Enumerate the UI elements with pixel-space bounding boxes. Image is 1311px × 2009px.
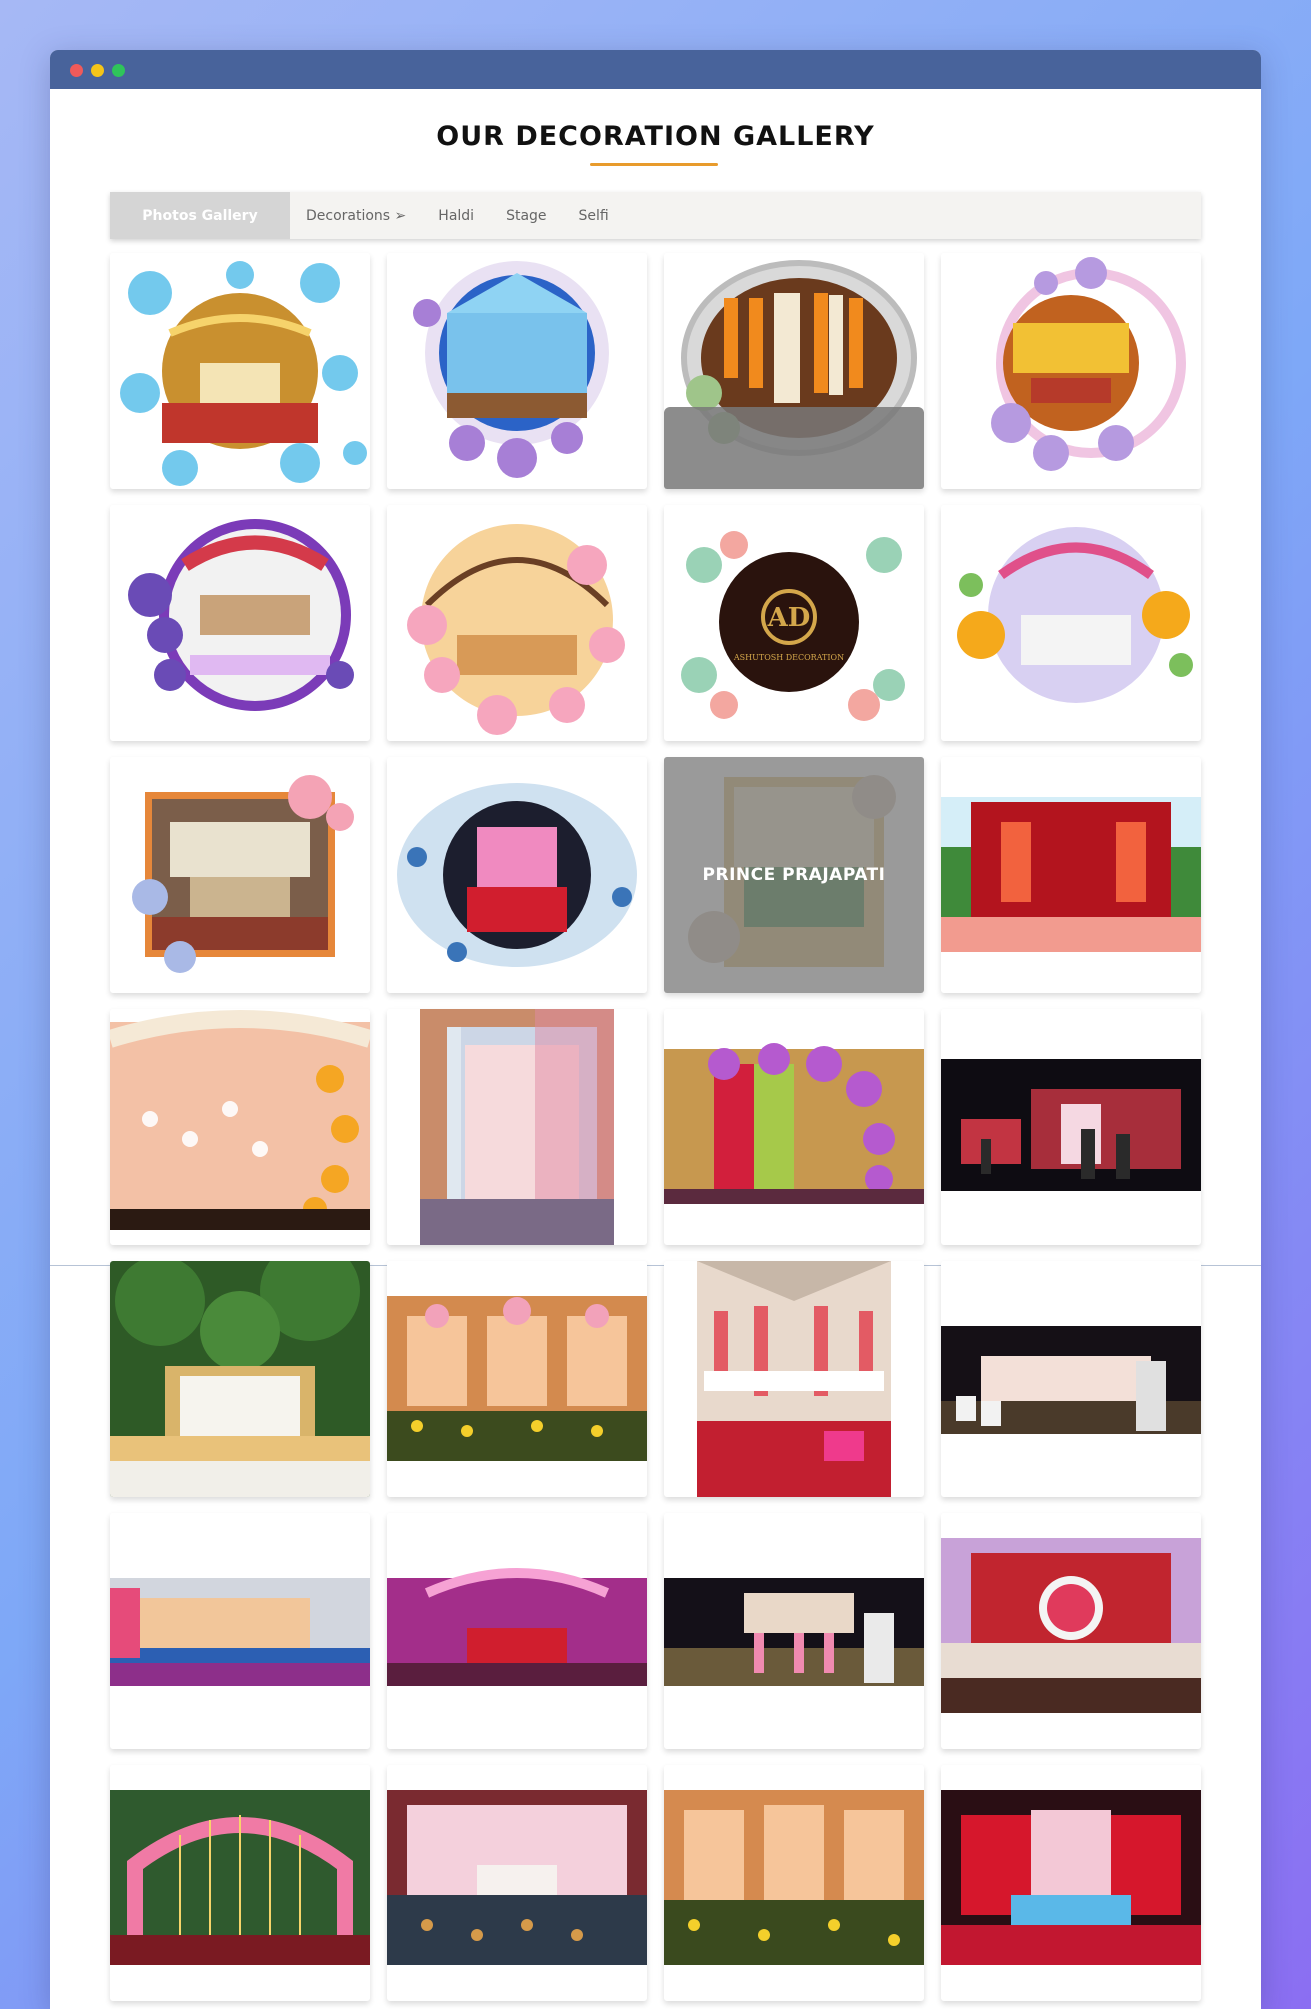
gallery-item[interactable]: [941, 1261, 1201, 1497]
gallery-item[interactable]: [941, 1765, 1201, 2001]
gallery-item[interactable]: AD ASHUTOSH DECORATION: [664, 505, 924, 741]
gallery-item[interactable]: [941, 505, 1201, 741]
gallery-heading: OUR DECORATION GALLERY: [436, 121, 875, 152]
maximize-window-dot[interactable]: [112, 64, 125, 77]
gallery-item[interactable]: [941, 253, 1201, 489]
minimize-window-dot[interactable]: [91, 64, 104, 77]
hover-overlay: [664, 407, 924, 489]
gallery-item[interactable]: [110, 1765, 370, 2001]
window-titlebar: [50, 50, 1261, 89]
gallery-item[interactable]: PRINCE PRAJAPATI: [664, 757, 924, 993]
logo-monogram: AD: [767, 603, 811, 633]
close-window-dot[interactable]: [70, 64, 83, 77]
gallery-item[interactable]: [941, 757, 1201, 993]
gallery-item[interactable]: [110, 1513, 370, 1749]
filter-photos-gallery[interactable]: Photos Gallery: [110, 192, 290, 239]
hover-caption: PRINCE PRAJAPATI: [664, 757, 924, 993]
filter-stage[interactable]: Stage: [490, 192, 562, 239]
gallery-item[interactable]: [664, 1009, 924, 1245]
gallery-item[interactable]: [941, 1513, 1201, 1749]
gallery-item[interactable]: [664, 253, 924, 489]
gallery-item[interactable]: [387, 1261, 647, 1497]
logo-subtext: ASHUTOSH DECORATION: [733, 653, 844, 662]
gallery-item[interactable]: [387, 757, 647, 993]
gallery-item[interactable]: [387, 1513, 647, 1749]
gallery-item[interactable]: [110, 505, 370, 741]
gallery-item[interactable]: [664, 1261, 924, 1497]
gallery-item[interactable]: [110, 1261, 370, 1497]
gallery-item[interactable]: [664, 1765, 924, 2001]
filter-decorations[interactable]: Decorations ➢: [290, 192, 422, 239]
filter-selfi[interactable]: Selfi: [563, 192, 625, 239]
gallery-item[interactable]: [110, 1009, 370, 1245]
heading-underline: [590, 163, 718, 166]
gallery-item[interactable]: [387, 1009, 647, 1245]
filter-haldi[interactable]: Haldi: [422, 192, 490, 239]
gallery-item[interactable]: [387, 253, 647, 489]
gallery-filter-bar: Photos Gallery Decorations ➢ Haldi Stage…: [110, 192, 1201, 239]
gallery-item[interactable]: [387, 505, 647, 741]
browser-window: OUR DECORATION GALLERY Photos Gallery De…: [50, 50, 1261, 2009]
gallery-item[interactable]: [664, 1513, 924, 1749]
gallery-item[interactable]: [941, 1009, 1201, 1245]
gallery-item[interactable]: [110, 253, 370, 489]
gallery-item[interactable]: [110, 757, 370, 993]
gallery-item[interactable]: [387, 1765, 647, 2001]
